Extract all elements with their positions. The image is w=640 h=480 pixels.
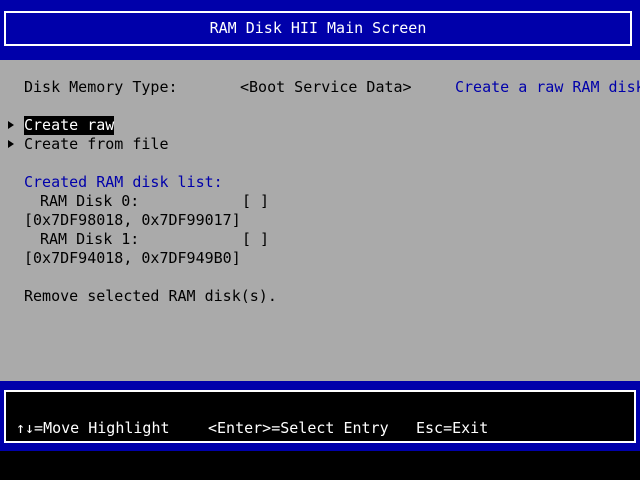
main-panel: Disk Memory Type: <Boot Service Data> Cr… (0, 60, 640, 381)
right-triangle-icon (8, 121, 14, 129)
right-triangle-icon (8, 140, 14, 148)
select-entry-hint: <Enter>=Select Entry (208, 419, 389, 437)
ram-disk-0-range: [0x7DF98018, 0x7DF99017] (24, 211, 241, 229)
title-box: RAM Disk HII Main Screen (4, 11, 632, 46)
bios-setup-screen: RAM Disk HII Main Screen Disk Memory Typ… (0, 0, 640, 480)
memory-type-label: Disk Memory Type: (24, 78, 178, 96)
remove-disks-option[interactable]: Remove selected RAM disk(s). (24, 287, 277, 306)
ram-disk-1-range: [0x7DF94018, 0x7DF949B0] (24, 249, 241, 267)
ram-disk-1-label: RAM Disk 1: (40, 230, 140, 248)
memory-type-select[interactable]: <Boot Service Data> (240, 78, 412, 97)
disk-list-heading: Created RAM disk list: (24, 173, 223, 191)
title-band: RAM Disk HII Main Screen (0, 0, 640, 60)
ram-disk-0-checkbox[interactable]: [ ] (242, 192, 269, 211)
page-title: RAM Disk HII Main Screen (209, 19, 427, 37)
create-raw-option[interactable]: Create raw (24, 116, 115, 135)
exit-hint: Esc=Exit (416, 419, 489, 437)
footer-band (0, 381, 640, 451)
help-text: Create a raw RAM disk. (455, 78, 640, 96)
create-from-file-option[interactable]: Create from file (24, 135, 169, 154)
ram-disk-0-label: RAM Disk 0: (40, 192, 140, 210)
move-highlight-hint: ↑↓=Move Highlight (16, 419, 170, 437)
bottom-band (0, 451, 640, 480)
ram-disk-1-checkbox[interactable]: [ ] (242, 230, 269, 249)
